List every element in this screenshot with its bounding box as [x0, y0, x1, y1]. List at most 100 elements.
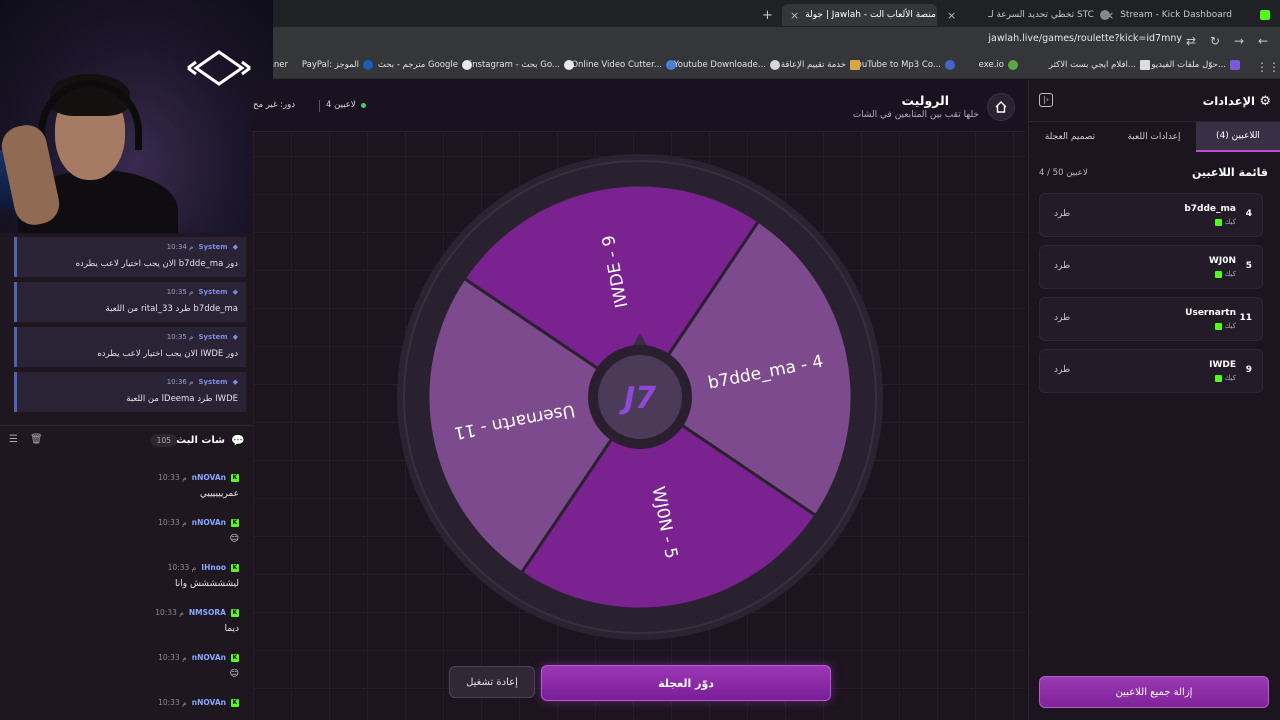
- bookmark-item[interactable]: instagram - بحث Go...: [470, 60, 574, 70]
- bookmark-favicon-icon: [1008, 60, 1018, 70]
- settings-header: ⚙ الإعدادات |›: [1029, 80, 1280, 122]
- kick-icon: K: [231, 563, 239, 572]
- game-title: الروليت: [901, 93, 949, 108]
- filter-icon[interactable]: ☰: [9, 434, 18, 445]
- system-badge-icon: ◆: [232, 333, 238, 341]
- bookmark-item[interactable]: مترجم - بحث Google: [378, 60, 472, 70]
- chat-title: شات البث: [176, 435, 225, 446]
- bookmark-favicon-icon: [1140, 60, 1150, 70]
- system-message: 10:36 م System ◆ IWDE طرد lDeema من اللعبة: [14, 372, 246, 412]
- player-row: 4 b7dde_ma كيك طرد: [1039, 193, 1263, 237]
- wheel-logo-icon: J7: [619, 381, 656, 416]
- game-header: الروليت خلها تقب بين المتابعين في الشات …: [253, 80, 1025, 132]
- spin-button[interactable]: دوّر العجلة: [541, 665, 831, 701]
- home-icon: [995, 101, 1007, 113]
- bookmark-favicon-icon: [770, 60, 780, 70]
- kick-player-button[interactable]: طرد: [1054, 365, 1070, 375]
- bookmark-item[interactable]: exe.io: [979, 60, 1018, 70]
- channel-logo-icon: [187, 50, 251, 86]
- kick-icon: K: [231, 698, 239, 707]
- bookmark-item[interactable]: PayPal: الموجز: [302, 60, 373, 70]
- online-dot-icon: [361, 103, 366, 108]
- bookmarks-grid-icon[interactable]: ⋮⋮: [1256, 58, 1280, 76]
- site-settings-icon[interactable]: ⇄: [1182, 32, 1200, 50]
- google-icon: [564, 60, 574, 70]
- player-row: 5 WJ0N كيك طرد: [1039, 245, 1263, 289]
- webcam-overlay: [0, 0, 273, 233]
- chat-column: 10:34 م System ◆ دور b7dde_ma الان يجب اخت…: [0, 233, 253, 720]
- reset-button[interactable]: إعادة تشغيل: [449, 666, 535, 698]
- tab-game-settings[interactable]: إعدادات اللعبة: [1112, 122, 1196, 152]
- chat-message: K NMSORA 10:33 م ديما: [155, 608, 239, 634]
- system-message: 10:35 م System ◆ b7dde_ma طرد rital_33 من …: [14, 282, 246, 322]
- kick-icon: K: [231, 608, 239, 617]
- player-row: 11 Usernartn كيك طرد: [1039, 297, 1263, 341]
- trash-icon[interactable]: 🗑: [30, 434, 43, 445]
- paypal-icon: [363, 60, 373, 70]
- chat-bubble-icon: 💬: [231, 434, 245, 447]
- chat-header: 💬 شات البث 105 🗑 ☰: [0, 425, 253, 455]
- bookmark-item[interactable]: خدمة تقييم الإعاقة: [781, 60, 860, 70]
- system-badge-icon: ◆: [232, 378, 238, 386]
- kick-icon: [1214, 322, 1222, 330]
- kick-icon: K: [231, 473, 239, 482]
- game-subtitle: خلها تقب بين المتابعين في الشات: [852, 110, 979, 120]
- bookmark-favicon-icon: [850, 60, 860, 70]
- system-badge-icon: ◆: [232, 288, 238, 296]
- chat-message: KnNOVAn 10:33 م 😑: [158, 653, 239, 679]
- game-area: الروليت خلها تقب بين المتابعين في الشات …: [253, 80, 1025, 720]
- reload-icon[interactable]: ↻: [1206, 32, 1224, 50]
- tab-jawlah[interactable]: × جولة | Jawlah - منصة الألعاب الت: [782, 4, 937, 26]
- kick-icon: [1214, 218, 1222, 226]
- players-list-title: قائمة اللاعبين: [1192, 166, 1268, 179]
- kick-icon: K: [231, 653, 239, 662]
- system-badge-icon: ◆: [232, 243, 238, 251]
- chat-message: K IHnoo 10:33 م ليششششش وانا: [167, 563, 239, 589]
- gear-icon: ⚙: [1259, 94, 1271, 109]
- page-favicon-icon: [1099, 10, 1110, 20]
- forward-arrow-icon[interactable]: →: [1230, 32, 1248, 50]
- turn-info: دور: غير مح: [253, 100, 296, 110]
- kick-player-button[interactable]: طرد: [1054, 313, 1070, 323]
- roulette-wheel[interactable]: IWDE - 9b7dde_ma - 4WJ0N - 5Usernartn - …: [396, 152, 884, 642]
- divider: [319, 100, 320, 112]
- chat-message: KnNOVAn 10:33 م 😑: [158, 518, 239, 544]
- new-tab-button[interactable]: +: [762, 4, 773, 26]
- settings-panel: ⚙ الإعدادات |› اللاعبين (4) إعدادات اللع…: [1028, 80, 1280, 720]
- chat-count-badge: 105: [150, 434, 177, 447]
- tab-players[interactable]: اللاعبين (4): [1196, 122, 1280, 152]
- bookmark-item[interactable]: افلام ايجي بست الاكثر...: [1049, 60, 1150, 70]
- player-row: 9 IWDE كيك طرد: [1039, 349, 1263, 393]
- home-button[interactable]: [987, 93, 1015, 121]
- chat-message: KnNOVAn 10:33 م: [158, 698, 239, 707]
- bookmark-item[interactable]: YouTube to Mp3 Co...: [853, 60, 955, 70]
- kick-player-button[interactable]: طرد: [1054, 209, 1070, 219]
- system-message: 10:34 م System ◆ دور b7dde_ma الان يجب اخت…: [14, 237, 246, 277]
- close-icon[interactable]: ×: [790, 9, 799, 22]
- kick-icon: [1214, 270, 1222, 278]
- system-message: 10:35 م System ◆ دور IWDE الان يجب اختيار …: [14, 327, 246, 367]
- players-list-count: 4 / 50 لاعبين: [1039, 168, 1088, 178]
- back-arrow-icon[interactable]: ←: [1254, 32, 1272, 50]
- bookmark-item[interactable]: حوّل ملفات الفيديو و...: [1145, 60, 1240, 70]
- bookmark-favicon-icon: [945, 60, 955, 70]
- tab-stc[interactable]: × تخطي تحديد السرعة لـ STC: [947, 4, 1110, 26]
- chat-message: KnNOVAn 10:33 م عمرييييييي: [158, 473, 239, 499]
- settings-title: الإعدادات: [1202, 94, 1255, 108]
- collapse-panel-icon[interactable]: |›: [1039, 93, 1053, 107]
- players-count: 4 لاعبين: [326, 100, 356, 110]
- kick-icon: [1214, 374, 1222, 382]
- bookmark-favicon-icon: [666, 60, 676, 70]
- kick-favicon-icon: [1260, 10, 1271, 20]
- tab-wheel-design[interactable]: تصميم العجلة: [1028, 122, 1112, 152]
- google-icon: [462, 60, 472, 70]
- bookmark-item[interactable]: Youtube Downloade...: [674, 60, 780, 70]
- remove-all-players-button[interactable]: إزالة جميع اللاعبين: [1039, 676, 1269, 708]
- close-icon[interactable]: ×: [947, 9, 956, 22]
- bookmark-item[interactable]: Online Video Cutter...: [571, 60, 676, 70]
- kick-player-button[interactable]: طرد: [1054, 261, 1070, 271]
- tab-kick-dashboard[interactable]: × Stream - Kick Dashboard: [1105, 4, 1271, 26]
- kick-icon: K: [231, 518, 239, 527]
- url-field[interactable]: jawlah.live/games/roulette?kick=id7mny: [988, 33, 1182, 44]
- bookmark-favicon-icon: [1230, 60, 1240, 70]
